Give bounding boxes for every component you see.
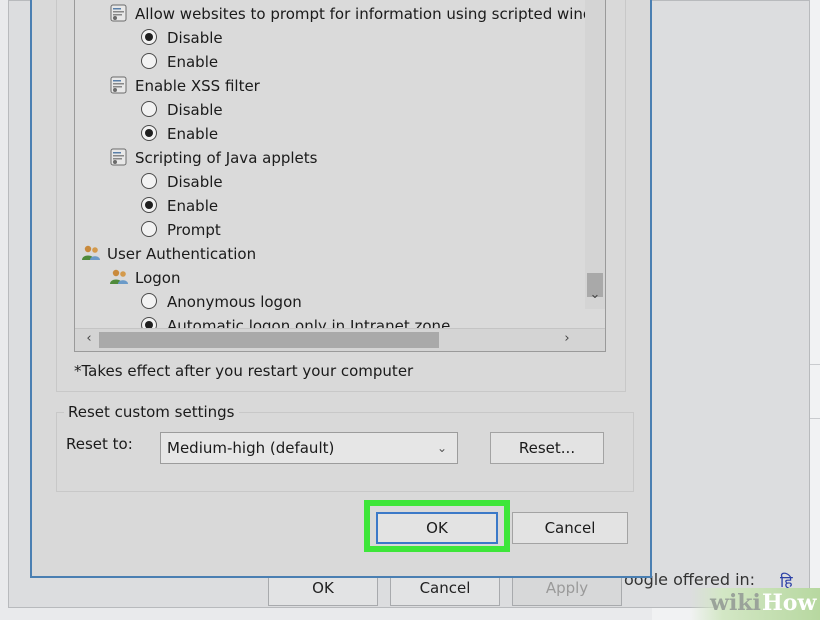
setting-item: Enable XSS filter xyxy=(109,74,260,98)
radio-option[interactable]: Enable xyxy=(141,122,218,146)
tree-row-label: Disable xyxy=(167,101,223,119)
tree-row-label: Enable xyxy=(167,125,219,143)
horizontal-scroll-thumb[interactable] xyxy=(99,332,439,348)
security-settings-dialog: Allow websites to prompt for information… xyxy=(30,0,652,578)
category-item: Logon xyxy=(109,266,180,290)
tree-row-label: Enable XSS filter xyxy=(135,77,260,95)
radio-unchecked-icon[interactable] xyxy=(141,293,157,309)
watermark-how: How xyxy=(762,590,817,616)
ok-button[interactable]: OK xyxy=(376,512,498,544)
scroll-down-icon[interactable]: ⌄ xyxy=(585,287,605,302)
tree-row-label: User Authentication xyxy=(107,245,257,263)
script-setting-icon xyxy=(109,4,129,22)
reset-to-label: Reset to: xyxy=(66,435,133,453)
tree-row-label: Scripting of Java applets xyxy=(135,149,318,167)
chevron-down-icon: ⌄ xyxy=(436,441,447,455)
scroll-right-icon[interactable]: › xyxy=(557,331,577,346)
cancel-button[interactable]: Cancel xyxy=(512,512,628,544)
radio-unchecked-icon[interactable] xyxy=(141,53,157,69)
radio-option[interactable]: Prompt xyxy=(141,218,221,242)
setting-item: Scripting of Java applets xyxy=(109,146,317,170)
settings-tree[interactable]: Allow websites to prompt for information… xyxy=(74,0,606,352)
watermark-wiki: wiki xyxy=(710,590,761,616)
script-setting-icon xyxy=(109,148,129,166)
tree-row-label: Enable xyxy=(167,53,219,71)
restart-note: *Takes effect after you restart your com… xyxy=(74,362,414,380)
reset-level-select[interactable]: Medium-high (default) ⌄ xyxy=(160,432,458,464)
radio-unchecked-icon[interactable] xyxy=(141,173,157,189)
scroll-left-icon[interactable]: ‹ xyxy=(79,331,99,346)
radio-checked-icon[interactable] xyxy=(141,125,157,141)
radio-unchecked-icon[interactable] xyxy=(141,101,157,117)
tree-row-label: Logon xyxy=(135,269,181,287)
tree-row-label: Disable xyxy=(167,173,223,191)
radio-option[interactable]: Disable xyxy=(141,170,223,194)
horizontal-scrollbar[interactable]: ‹ › xyxy=(75,328,605,351)
reset-button[interactable]: Reset... xyxy=(490,432,604,464)
radio-option[interactable]: Enable xyxy=(141,194,218,218)
radio-option[interactable]: Enable xyxy=(141,50,218,74)
users-icon xyxy=(81,244,101,262)
tree-row-label: Disable xyxy=(167,29,223,47)
radio-unchecked-icon[interactable] xyxy=(141,221,157,237)
radio-option[interactable]: Disable xyxy=(141,26,223,50)
radio-option[interactable]: Disable xyxy=(141,98,223,122)
radio-checked-icon[interactable] xyxy=(141,197,157,213)
reset-level-value: Medium-high (default) xyxy=(167,439,335,457)
reset-group-label: Reset custom settings xyxy=(64,403,239,421)
users-icon xyxy=(109,268,129,286)
radio-option[interactable]: Anonymous logon xyxy=(141,290,302,314)
tree-row-label: Prompt xyxy=(167,221,221,239)
setting-item: Allow websites to prompt for information… xyxy=(109,2,601,26)
tree-row-label: Enable xyxy=(167,197,219,215)
radio-checked-icon[interactable] xyxy=(141,29,157,45)
script-setting-icon xyxy=(109,76,129,94)
tree-row-label: Allow websites to prompt for information… xyxy=(135,5,601,23)
vertical-scrollbar[interactable]: ⌄ xyxy=(585,0,605,309)
category-item: User Authentication xyxy=(81,242,256,266)
tree-row-label: Anonymous logon xyxy=(167,293,302,311)
